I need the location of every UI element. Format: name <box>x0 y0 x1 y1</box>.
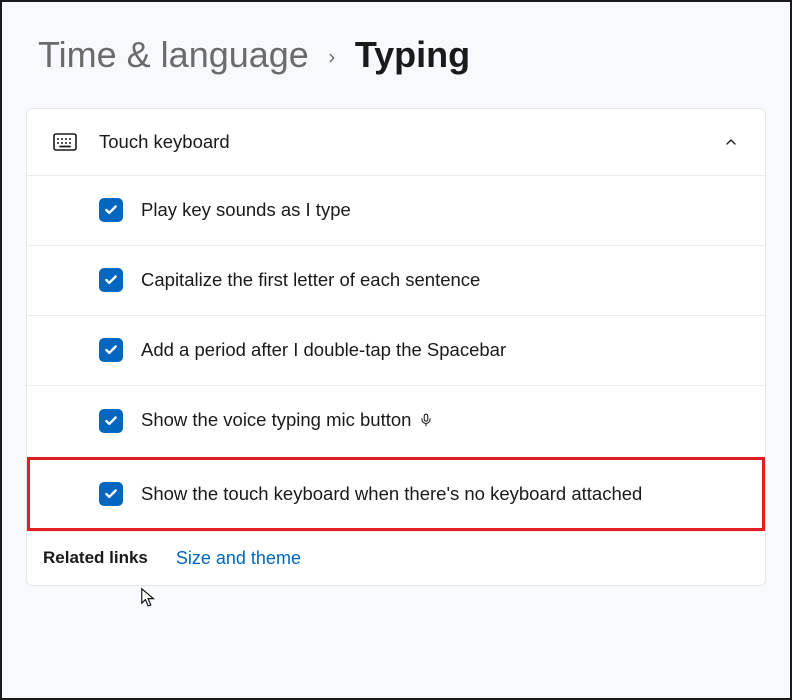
option-label: Show the touch keyboard when there's no … <box>141 482 745 507</box>
option-label: Capitalize the first letter of each sent… <box>141 268 745 293</box>
mic-icon <box>419 410 433 435</box>
option-show-voice-typing-mic: Show the voice typing mic button <box>27 385 765 457</box>
option-label: Play key sounds as I type <box>141 198 745 223</box>
mouse-cursor-icon <box>140 587 158 609</box>
related-links-label: Related links <box>43 548 148 568</box>
chevron-up-icon <box>723 134 739 150</box>
checkbox[interactable] <box>99 268 123 292</box>
option-show-touch-keyboard-no-kb: Show the touch keyboard when there's no … <box>27 457 765 531</box>
option-label: Show the voice typing mic button <box>141 408 745 435</box>
section-title: Touch keyboard <box>99 131 701 153</box>
checkbox[interactable] <box>99 482 123 506</box>
option-add-period-double-tap: Add a period after I double-tap the Spac… <box>27 315 765 385</box>
size-and-theme-link[interactable]: Size and theme <box>176 548 301 569</box>
option-label: Add a period after I double-tap the Spac… <box>141 338 745 363</box>
touch-keyboard-card: Touch keyboard Play key sounds as I type… <box>26 108 766 586</box>
option-play-key-sounds: Play key sounds as I type <box>27 175 765 245</box>
breadcrumb: Time & language Typing <box>38 34 766 76</box>
breadcrumb-current: Typing <box>355 34 470 76</box>
keyboard-icon <box>53 133 77 151</box>
chevron-right-icon <box>325 44 339 72</box>
touch-keyboard-header[interactable]: Touch keyboard <box>27 109 765 175</box>
breadcrumb-parent[interactable]: Time & language <box>38 34 309 76</box>
checkbox[interactable] <box>99 409 123 433</box>
checkbox[interactable] <box>99 338 123 362</box>
related-links-footer: Related links Size and theme <box>27 531 765 585</box>
option-capitalize-first-letter: Capitalize the first letter of each sent… <box>27 245 765 315</box>
checkbox[interactable] <box>99 198 123 222</box>
settings-page: Time & language Typing <box>0 0 792 700</box>
